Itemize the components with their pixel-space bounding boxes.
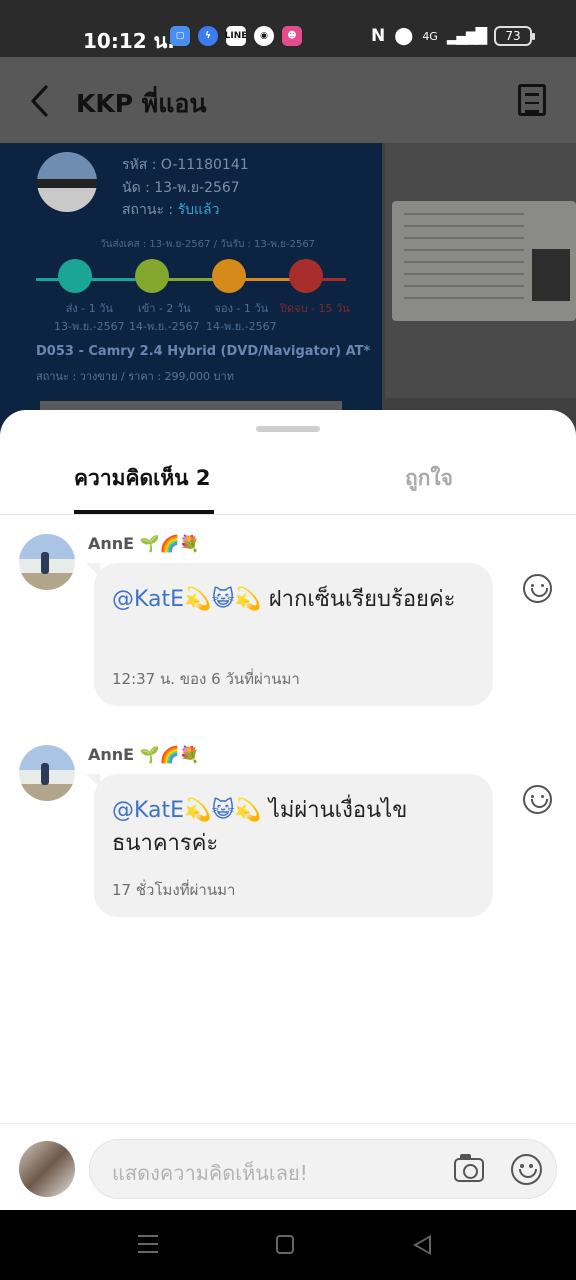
chat-background: รหัส : O-11180141 นัด : 13-พ.ย-2567 สถาน…	[0, 143, 576, 443]
comment-placeholder: แสดงความคิดเห็นเลย!	[112, 1161, 308, 1185]
mention-link[interactable]: @KatE💫😺💫	[112, 587, 262, 612]
notification-icons: ▢ ϟ LINE ◉ ☻	[170, 26, 302, 46]
comment-item: AnnE 🌱🌈💐 @KatE💫😺💫 ฝากเซ็นเรียบร้อยค่ะ 12…	[0, 534, 576, 724]
signal-icon: ▂▄▆█	[446, 27, 487, 45]
status-time: 10:12 น.	[83, 29, 175, 53]
cat-app-icon: ☻	[282, 26, 302, 46]
case-status: สถานะ : รับแล้ว	[122, 202, 220, 218]
comments-sheet: ความคิดเห็น 2 ถูกใจ AnnE 🌱🌈💐 @KatE💫😺💫 ฝา…	[0, 410, 576, 1210]
step-send-icon	[58, 259, 92, 293]
tab-comments[interactable]: ความคิดเห็น 2	[74, 462, 210, 495]
chat-title: KKP พี่แอน	[76, 89, 207, 118]
my-avatar	[19, 1141, 75, 1197]
avatar[interactable]	[19, 534, 75, 590]
mention-link[interactable]: @KatE💫😺💫	[112, 798, 262, 823]
step-book-icon	[212, 259, 246, 293]
comment-bubble[interactable]: @KatE💫😺💫 ไม่ผ่านเงื่อนไขธนาคารค่ะ 17 ชั่…	[86, 774, 493, 917]
system-nav-bar	[0, 1210, 576, 1280]
messenger-icon: ϟ	[198, 26, 218, 46]
step-enter-icon	[135, 259, 169, 293]
car-price: สถานะ : วางขาย / ราคา : 299,000 บาท	[36, 370, 234, 383]
step-label: ส่ง - 1 วัน 13-พ.ย.-2567	[54, 302, 125, 333]
add-reaction-icon[interactable]	[523, 785, 552, 814]
add-reaction-icon[interactable]	[523, 574, 552, 603]
recents-icon[interactable]	[138, 1235, 158, 1253]
comment-bubble[interactable]: @KatE💫😺💫 ฝากเซ็นเรียบร้อยค่ะ 12:37 น. ขอ…	[86, 563, 493, 706]
step-label: จอง - 1 วัน 14-พ.ย.-2567	[206, 302, 277, 333]
battery-icon: 73	[494, 26, 535, 46]
home-icon[interactable]	[276, 1235, 294, 1254]
step-label: ปิดจบ - 15 วัน	[280, 302, 350, 315]
comment-item: AnnE 🌱🌈💐 @KatE💫😺💫 ไม่ผ่านเงื่อนไขธนาคารค…	[0, 745, 576, 935]
comment-author[interactable]: AnnE 🌱🌈💐	[88, 534, 199, 553]
network-type: 4G	[422, 29, 438, 43]
id-card-photo	[385, 143, 576, 398]
nfc-icon: N	[371, 26, 386, 46]
step-close-icon	[289, 259, 323, 293]
comment-input[interactable]: แสดงความคิดเห็นเลย!	[89, 1139, 557, 1199]
id-card-image	[392, 201, 576, 321]
line-icon: LINE	[225, 26, 247, 46]
comment-time: 12:37 น. ของ 6 วันที่ผ่านมา	[112, 670, 300, 688]
back-arrow-icon[interactable]	[26, 81, 56, 121]
chat-header: KKP พี่แอน	[0, 57, 576, 143]
salesperson-avatar	[37, 152, 97, 212]
comment-author[interactable]: AnnE 🌱🌈💐	[88, 745, 199, 764]
sheet-drag-handle[interactable]	[256, 426, 320, 432]
comment-text: @KatE💫😺💫 ฝากเซ็นเรียบร้อยค่ะ	[112, 587, 456, 612]
step-label: เข้า - 2 วัน 14-พ.ย.-2567	[129, 302, 200, 333]
tv-app-icon: ◉	[254, 26, 274, 46]
avatar[interactable]	[19, 745, 75, 801]
divider	[0, 514, 576, 515]
comment-text: @KatE💫😺💫 ไม่ผ่านเงื่อนไขธนาคารค่ะ	[112, 798, 408, 856]
emoji-icon[interactable]	[511, 1154, 542, 1185]
case-code: รหัส : O-11180141	[122, 157, 249, 173]
tab-likes[interactable]: ถูกใจ	[405, 462, 453, 495]
comment-composer: แสดงความคิดเห็นเลย!	[0, 1123, 576, 1210]
note-icon[interactable]	[518, 84, 546, 116]
case-date: นัด : 13-พ.ย-2567	[122, 180, 240, 196]
paper-app-icon: ▢	[170, 26, 190, 46]
car-model: D053 - Camry 2.4 Hybrid (DVD/Navigator) …	[36, 344, 371, 359]
camera-icon[interactable]	[454, 1154, 484, 1182]
location-icon: ⬤	[394, 26, 414, 46]
status-bar: 10:12 น. ▢ ϟ LINE ◉ ☻ N ⬤ 4G ▂▄▆█ 73	[0, 0, 576, 57]
comment-time: 17 ชั่วโมงที่ผ่านมา	[112, 881, 236, 899]
case-dates: วันส่งเคส : 13-พ.ย-2567 / วันรับ : 13-พ.…	[100, 239, 316, 250]
system-indicators: N ⬤ 4G ▂▄▆█ 73	[371, 26, 535, 46]
system-back-icon[interactable]	[413, 1235, 431, 1255]
car-case-card: รหัส : O-11180141 นัด : 13-พ.ย-2567 สถาน…	[0, 143, 382, 443]
